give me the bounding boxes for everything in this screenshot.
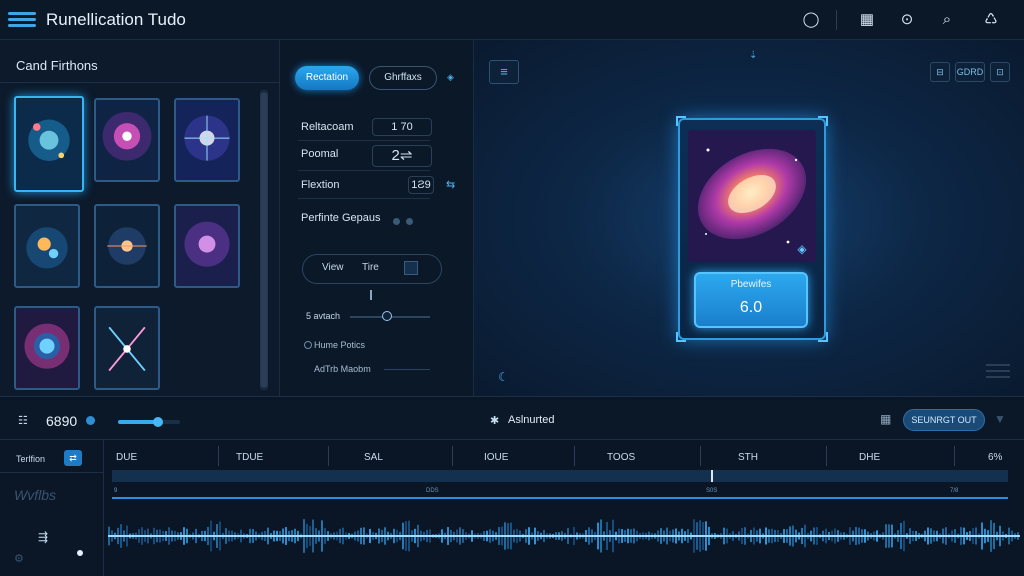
card-thumbnail[interactable] [14,306,80,390]
link-icon[interactable]: ⇆ [446,178,455,191]
ruler-label: DHE [859,452,881,463]
property-divider [298,198,430,199]
app-title: Runellication Tudo [46,10,186,29]
top-divider [836,10,837,30]
property-field[interactable]: 2⇌ [372,145,432,167]
card-thumbnail[interactable] [174,204,240,288]
fullscreen-icon[interactable]: ⊡ [990,62,1010,82]
view-value: Tire [362,262,379,273]
radio-label: Hume Potics [314,340,366,350]
zoom-slider-handle[interactable] [153,417,163,427]
recycle-icon[interactable]: ♺ [980,9,1002,31]
card-stat-value: 6.0 [739,299,763,316]
card-corner-ornament [818,332,828,342]
slider-handle[interactable] [382,311,392,321]
share-icon[interactable]: ⇶ [38,530,48,544]
card-thumbnail[interactable] [174,98,240,182]
ruler-tick [452,446,453,466]
drag-handle-icon[interactable] [986,364,1010,386]
layout-icon[interactable]: ⊟ [930,62,950,82]
ruler-tick [328,446,329,466]
settings-icon[interactable]: ⚙ [14,552,24,565]
card-corner-ornament [676,332,686,342]
card-rarity-icon: ◈ [797,242,807,256]
track-marker-label: 7/8 [950,488,959,494]
property-divider [298,170,430,171]
qr-grid-icon[interactable]: ▦ [880,412,891,426]
timeline-track[interactable] [112,470,1008,482]
moon-icon[interactable]: ☾ [498,370,509,384]
alert-search-icon[interactable]: ⊙ [896,9,918,31]
track-marker-label: 9 [114,488,118,494]
audio-waveform[interactable] [108,500,1020,572]
ruler-label: SAL [364,452,383,463]
radio-button[interactable] [304,341,312,349]
ruler-tick [574,446,575,466]
playhead[interactable] [711,470,713,482]
card-corner-ornament [818,116,828,126]
primary-button[interactable]: Rectation [295,66,359,90]
chevron-down-icon[interactable]: ▼ [994,412,1006,426]
ruler-tick [700,446,701,466]
menu-icon[interactable]: ≡ [489,60,519,84]
ruler-tick [218,446,219,466]
card-thumbnail[interactable] [94,306,160,390]
keyframe-track[interactable] [112,497,1008,499]
app-logo-icon[interactable] [8,12,36,28]
gear-icon: ✱ [490,415,500,427]
card-stat-label: Pbewifes [730,279,772,290]
mode-input-line[interactable] [384,369,430,370]
panel-divider [0,82,280,83]
sidebar-divider [0,472,104,473]
ruler-tick [954,446,955,466]
ruler-tick [826,446,827,466]
view-toggle-icon[interactable] [404,261,418,275]
panel-title: Cand Firthons [16,58,98,73]
track-marker-label: S0S [706,488,718,494]
status-text: Aslnurted [508,414,555,426]
property-label: Flextion [301,179,340,191]
secondary-button[interactable]: Ghrffaxs [369,66,437,90]
property-label: Reltacoam [301,121,354,133]
scrollbar-thumb[interactable] [261,92,267,388]
ruler-label: IOUE [484,452,509,463]
card-corner-ornament [676,116,686,126]
card-thumbnail[interactable] [14,96,84,192]
property-field[interactable]: 1 70 [372,118,432,136]
toggle-switch[interactable] [393,212,423,225]
property-field[interactable]: 1Ƨ9 [408,176,434,194]
circle-icon[interactable]: ◯ [800,9,822,31]
grid-toggle-button[interactable]: GDRD [955,62,985,82]
slider-label: 5 avtach [306,311,341,321]
card-thumbnail[interactable] [14,204,80,288]
info-badge-icon[interactable] [86,416,95,425]
card-thumbnail[interactable] [94,98,160,182]
divider-tick [370,290,372,300]
property-label: Poomal [301,148,339,160]
ruler-label: TOOS [607,452,636,463]
search-icon[interactable]: ⌕ [936,9,958,31]
export-button[interactable]: SEUNRGT OUT [903,409,985,431]
view-label: View [322,262,344,273]
ruler-label: DUE [116,452,138,463]
property-divider [298,140,430,141]
grid-doc-icon[interactable]: ▦ [856,9,878,31]
ruler-label: 6% [988,452,1003,463]
pin-icon: ⇣ [749,50,758,61]
layer-toggle-button[interactable]: ⇄ [64,450,82,466]
layer-label: Terlfion [16,454,46,464]
track-title: Wvflbs [14,487,56,503]
record-dot-icon[interactable] [77,550,83,556]
mode-label: AdTrb Maobm [314,364,371,374]
zoom-slider-fill [118,420,158,424]
filter-icon[interactable]: ☷ [18,414,28,427]
toggle-label: Perfinte Gepaus [301,212,381,224]
ruler-label: STH [738,452,758,463]
ruler-label: TDUE [236,452,264,463]
item-count: 6890 [46,413,78,429]
track-marker-label: DDS [426,488,439,494]
card-thumbnail[interactable] [94,204,160,288]
info-icon[interactable]: ◈ [447,72,457,82]
